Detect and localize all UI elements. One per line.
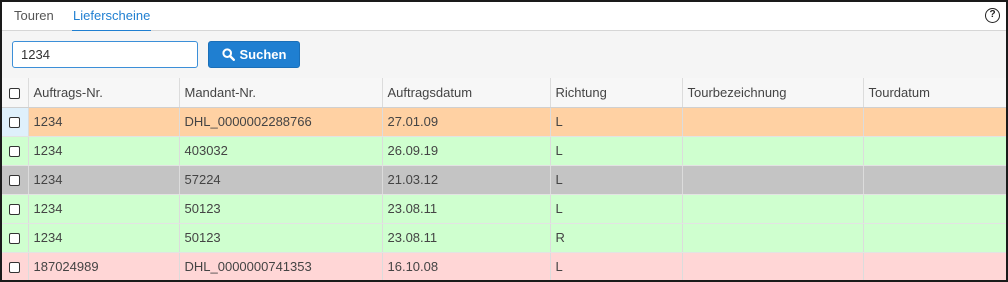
row-checkbox[interactable] xyxy=(9,204,21,216)
table-row[interactable]: 1234 403032 26.09.19 L xyxy=(2,136,1006,166)
tab-touren[interactable]: Touren xyxy=(14,2,54,31)
select-all-cell xyxy=(2,78,29,108)
cell-auftragsdatum: 27.01.09 xyxy=(382,107,551,137)
cell-tourbezeichnung xyxy=(682,136,864,166)
cell-tourdatum xyxy=(863,252,1006,280)
cell-tourbezeichnung xyxy=(682,107,864,137)
cell-tourbezeichnung xyxy=(682,223,864,253)
cell-auftrags-nr: 1234 xyxy=(28,136,180,166)
cell-mandant-nr: DHL_0000002288766 xyxy=(179,107,383,137)
cell-auftrags-nr: 1234 xyxy=(28,165,180,195)
col-header-tourbezeichnung[interactable]: Tourbezeichnung xyxy=(682,78,864,108)
cell-auftragsdatum: 23.08.11 xyxy=(382,223,551,253)
col-header-mandant-nr[interactable]: Mandant-Nr. xyxy=(179,78,383,108)
app-window: Touren Lieferscheine ? Suchen Auftrag xyxy=(0,0,1008,282)
cell-auftrags-nr: 1234 xyxy=(28,223,180,253)
table-row[interactable]: 1234 DHL_0000002288766 27.01.09 L xyxy=(2,107,1006,137)
cell-auftragsdatum: 21.03.12 xyxy=(382,165,551,195)
table-row[interactable]: 1234 50123 23.08.11 R xyxy=(2,223,1006,253)
cell-auftrags-nr: 1234 xyxy=(28,194,180,224)
search-button[interactable]: Suchen xyxy=(208,41,300,68)
table-row[interactable]: 187024989 DHL_0000000741353 16.10.08 L xyxy=(2,252,1006,280)
tab-bar: Touren Lieferscheine ? xyxy=(2,2,1006,32)
help-icon[interactable]: ? xyxy=(985,8,1000,23)
table-row[interactable]: 1234 50123 23.08.11 L xyxy=(2,194,1006,224)
cell-mandant-nr: 57224 xyxy=(179,165,383,195)
row-select-cell xyxy=(2,136,29,166)
row-checkbox[interactable] xyxy=(9,262,21,274)
search-button-label: Suchen xyxy=(239,47,287,62)
row-checkbox[interactable] xyxy=(9,175,21,187)
row-checkbox[interactable] xyxy=(9,233,21,245)
row-checkbox[interactable] xyxy=(9,117,21,129)
table-header-row: Auftrags-Nr. Mandant-Nr. Auftragsdatum R… xyxy=(2,78,1006,108)
col-header-auftrags-nr[interactable]: Auftrags-Nr. xyxy=(28,78,180,108)
cell-auftragsdatum: 23.08.11 xyxy=(382,194,551,224)
cell-tourdatum xyxy=(863,136,1006,166)
table-row[interactable]: 1234 57224 21.03.12 L xyxy=(2,165,1006,195)
col-header-auftragsdatum[interactable]: Auftragsdatum xyxy=(382,78,551,108)
cell-richtung: R xyxy=(550,223,683,253)
col-header-tourdatum[interactable]: Tourdatum xyxy=(863,78,1006,108)
row-select-cell xyxy=(2,194,29,224)
search-bar: Suchen xyxy=(2,31,1006,78)
cell-richtung: L xyxy=(550,252,683,280)
cell-auftrags-nr: 187024989 xyxy=(28,252,180,280)
tab-lieferscheine[interactable]: Lieferscheine xyxy=(71,2,152,32)
cell-auftragsdatum: 16.10.08 xyxy=(382,252,551,280)
select-all-checkbox[interactable] xyxy=(9,87,21,99)
cell-auftragsdatum: 26.09.19 xyxy=(382,136,551,166)
cell-tourdatum xyxy=(863,223,1006,253)
cell-mandant-nr: 50123 xyxy=(179,194,383,224)
cell-mandant-nr: 50123 xyxy=(179,223,383,253)
row-select-cell xyxy=(2,252,29,280)
cell-tourbezeichnung xyxy=(682,165,864,195)
row-select-cell xyxy=(2,165,29,195)
cell-richtung: L xyxy=(550,165,683,195)
search-input[interactable] xyxy=(12,41,198,68)
cell-richtung: L xyxy=(550,107,683,137)
cell-richtung: L xyxy=(550,194,683,224)
row-select-cell xyxy=(2,107,29,137)
cell-tourdatum xyxy=(863,165,1006,195)
cell-tourbezeichnung xyxy=(682,252,864,280)
cell-mandant-nr: 403032 xyxy=(179,136,383,166)
row-select-cell xyxy=(2,223,29,253)
cell-tourdatum xyxy=(863,194,1006,224)
cell-tourdatum xyxy=(863,107,1006,137)
delivery-notes-table: Auftrags-Nr. Mandant-Nr. Auftragsdatum R… xyxy=(2,78,1006,280)
cell-auftrags-nr: 1234 xyxy=(28,107,180,137)
cell-tourbezeichnung xyxy=(682,194,864,224)
row-checkbox[interactable] xyxy=(9,146,21,158)
search-icon xyxy=(221,48,235,61)
cell-richtung: L xyxy=(550,136,683,166)
cell-mandant-nr: DHL_0000000741353 xyxy=(179,252,383,280)
col-header-richtung[interactable]: Richtung xyxy=(550,78,683,108)
